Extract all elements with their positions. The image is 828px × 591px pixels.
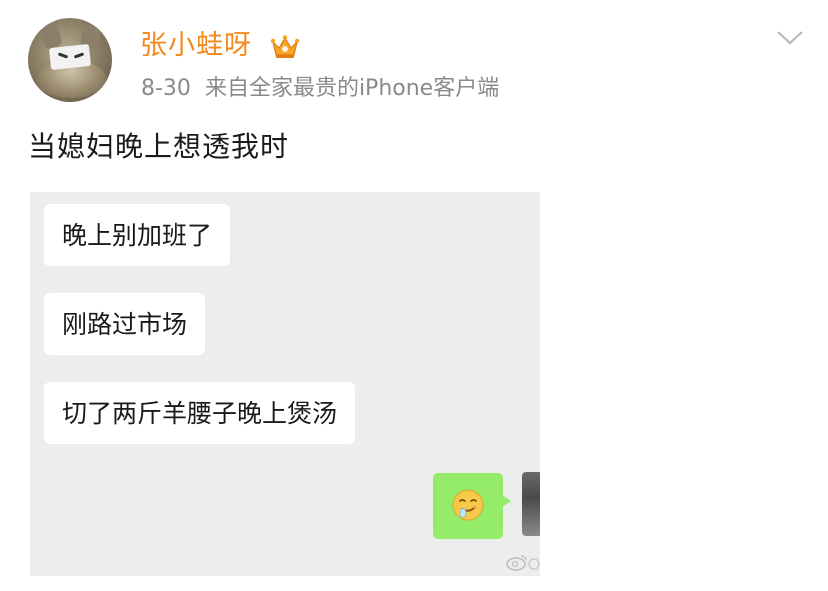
post-source: 来自全家最贵的iPhone客户端 — [204, 76, 500, 101]
chat-bubble-sent — [433, 473, 511, 539]
chat-screenshot-image[interactable]: 晚上别加班了 刚路过市场 切了两斤羊腰子晚上煲汤 — [30, 192, 540, 576]
username[interactable]: 张小蛙呀 — [140, 28, 252, 64]
chat-bubble-received: 刚路过市场 — [44, 293, 206, 355]
chat-bubble-received: 切了两斤羊腰子晚上煲汤 — [44, 382, 356, 444]
weibo-watermark-icon — [506, 555, 540, 571]
post-date: 8-30 — [141, 76, 191, 101]
post-text: 当媳妇晚上想透我时 — [28, 130, 290, 163]
sender-avatar — [522, 472, 540, 536]
crown-vip-icon[interactable] — [270, 34, 300, 60]
chevron-down-icon[interactable] — [776, 30, 804, 46]
avatar-cat-ear — [38, 21, 64, 51]
post-meta: 8-30 来自全家最贵的iPhone客户端 — [141, 74, 499, 104]
avatar-face-card — [48, 43, 92, 71]
drooling-face-emoji-icon — [452, 489, 484, 521]
chat-bubble-received: 晚上别加班了 — [44, 204, 231, 266]
avatar[interactable] — [28, 18, 112, 102]
